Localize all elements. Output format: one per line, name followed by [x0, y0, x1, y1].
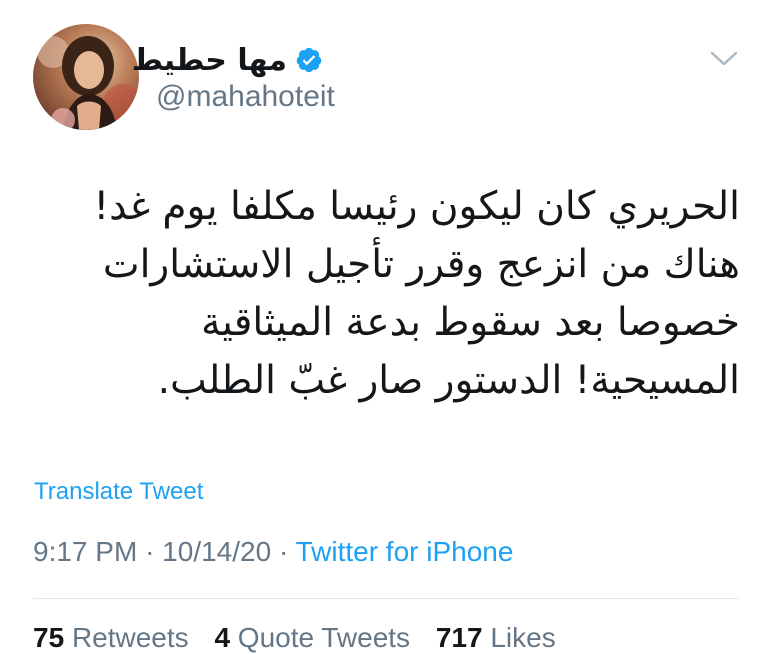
tweet-meta: 9:17 PM · 10/14/20 · Twitter for iPhone — [33, 536, 513, 568]
divider — [33, 598, 739, 599]
meta-separator: · — [145, 536, 155, 567]
quote-tweets-count: 4 — [214, 622, 231, 653]
retweets-count: 75 — [33, 622, 65, 653]
retweets-label: Retweets — [71, 622, 189, 653]
retweets-stat[interactable]: 75 Retweets — [33, 622, 189, 653]
tweet-card: مها حطيط @mahahoteit الحريري كان ليكون ر… — [0, 0, 768, 654]
chevron-down-icon[interactable] — [707, 44, 741, 72]
likes-stat[interactable]: 717 Likes — [436, 622, 556, 653]
tweet-text: الحريري كان ليكون رئيسا مكلفا يوم غد! هن… — [93, 184, 741, 403]
quote-tweets-label: Quote Tweets — [237, 622, 411, 653]
likes-label: Likes — [490, 622, 556, 653]
avatar-image — [33, 24, 139, 130]
quote-tweets-stat[interactable]: 4 Quote Tweets — [214, 622, 410, 653]
tweet-stats: 75 Retweets 4 Quote Tweets 717 Likes — [33, 622, 574, 654]
tweet-time[interactable]: 9:17 PM — [33, 536, 137, 567]
avatar[interactable] — [33, 24, 139, 130]
verified-badge-icon — [295, 46, 323, 74]
likes-count: 717 — [435, 622, 483, 653]
tweet-date[interactable]: 10/14/20 — [162, 536, 271, 567]
tweet-source-link[interactable]: Twitter for iPhone — [296, 536, 514, 567]
display-name[interactable]: مها حطيط — [132, 43, 287, 78]
author-handle[interactable]: @mahahoteit — [156, 80, 335, 114]
translate-tweet-link[interactable]: Translate Tweet — [34, 478, 203, 506]
meta-separator: · — [278, 536, 289, 567]
author-name-row[interactable]: مها حطيط — [132, 40, 323, 80]
